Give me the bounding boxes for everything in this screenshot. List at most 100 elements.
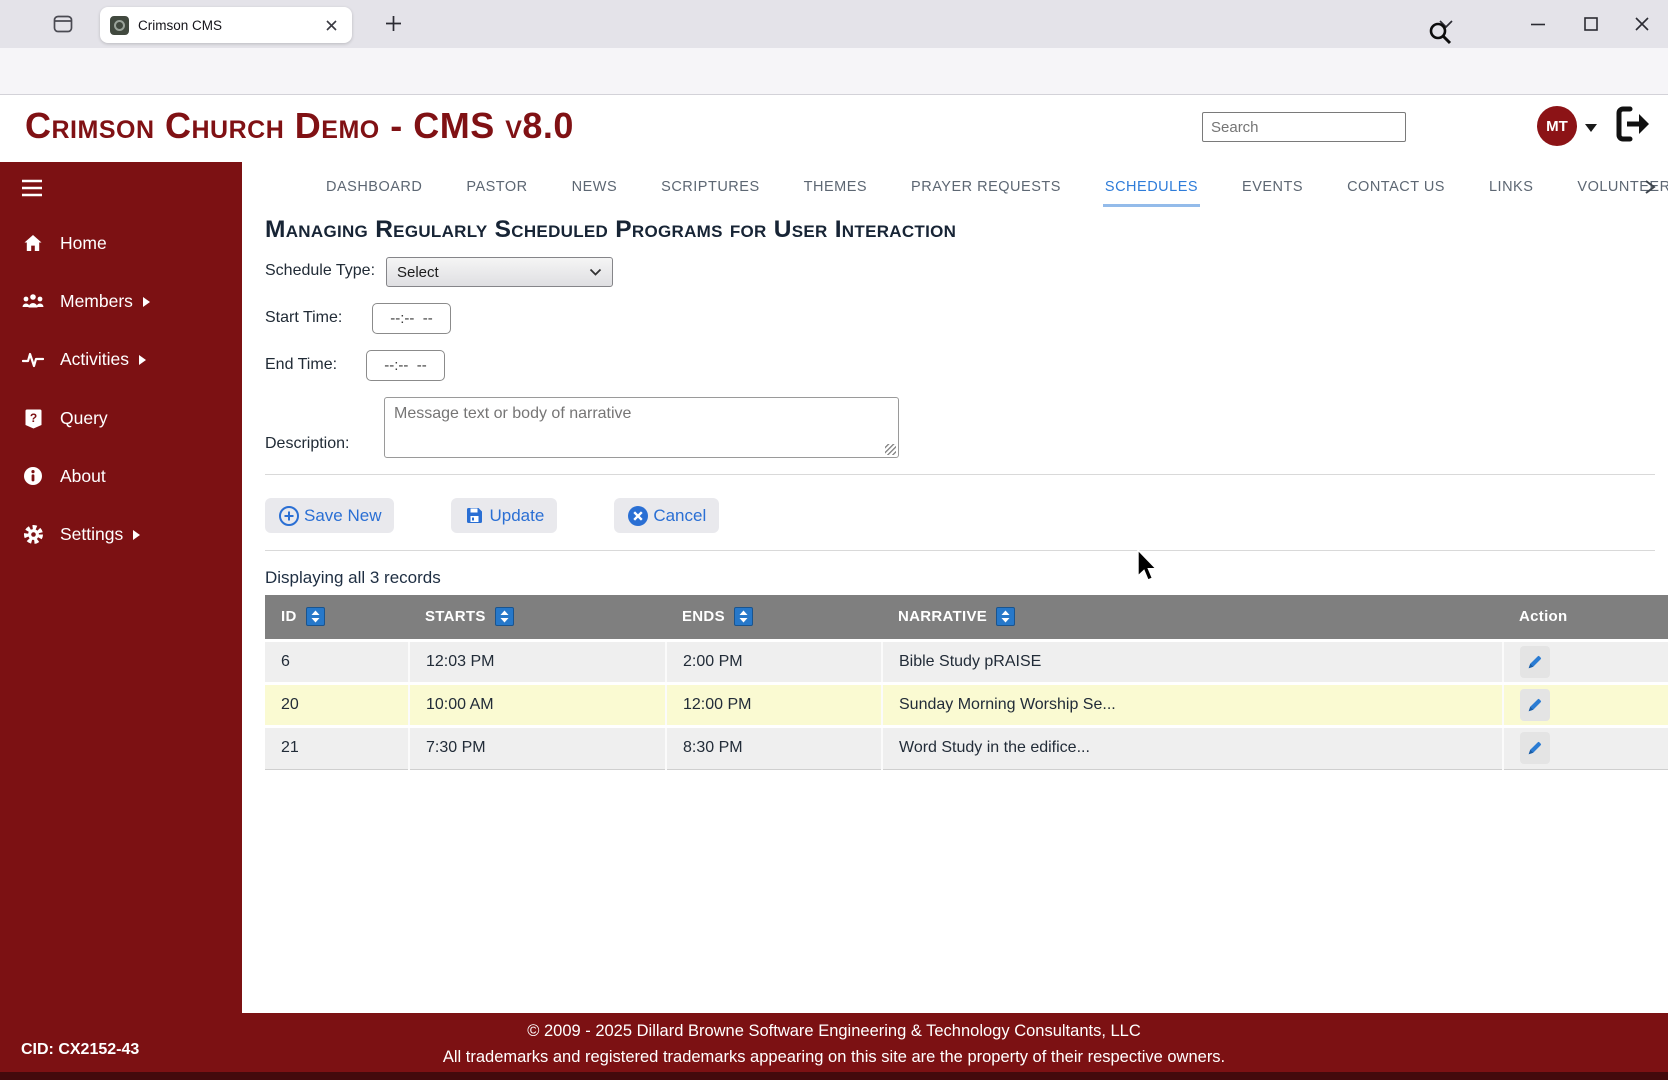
site-title: Crimson Church Demo - CMS v8.0 — [25, 105, 574, 146]
column-header-starts: STARTS — [409, 595, 666, 640]
edit-button[interactable] — [1520, 732, 1550, 764]
column-header-action: Action — [1503, 595, 1668, 640]
nav-overflow-chevron-icon[interactable] — [1642, 178, 1658, 196]
schedules-table: ID STARTS ENDS NARRATIVE Action 6 12:03 … — [265, 595, 1668, 770]
tab-links[interactable]: LINKS — [1487, 164, 1535, 207]
tab-themes[interactable]: THEMES — [802, 164, 869, 207]
browser-toolbar: www.dibroapps.com/crimson/product/outrea… — [0, 48, 1668, 137]
sort-icon[interactable] — [305, 607, 325, 627]
save-disk-icon — [467, 508, 483, 523]
chevron-down-icon — [589, 268, 602, 276]
divider — [265, 474, 1655, 475]
settings-icon — [21, 524, 45, 545]
sort-icon[interactable] — [494, 607, 514, 627]
schedule-type-select[interactable]: Select — [386, 257, 613, 287]
record-count-text: Displaying all 3 records — [265, 568, 441, 587]
edit-button[interactable] — [1520, 645, 1550, 678]
browser-tab-bar: Crimson CMS — [0, 0, 1668, 48]
cell-narrative: Sunday Morning Worship Se... — [882, 683, 1504, 726]
submenu-caret-icon — [142, 297, 150, 307]
tab-schedules[interactable]: SCHEDULES — [1102, 164, 1201, 207]
hamburger-menu-icon[interactable] — [20, 178, 44, 198]
column-header-narrative: NARRATIVE — [882, 595, 1503, 640]
table-row: 6 12:03 PM 2:00 PM Bible Study pRAISE — [265, 640, 1668, 683]
close-window-button[interactable] — [1632, 14, 1652, 34]
browser-tab[interactable]: Crimson CMS — [100, 7, 352, 43]
svg-text:?: ? — [29, 411, 36, 425]
cell-ends: 12:00 PM — [666, 683, 883, 726]
search-icon[interactable] — [1427, 20, 1453, 46]
firefox-view-icon[interactable] — [52, 13, 74, 35]
maximize-button[interactable] — [1581, 14, 1601, 34]
update-button[interactable]: Update — [451, 498, 558, 533]
save-new-button[interactable]: Save New — [265, 498, 395, 533]
copyright-text: © 2009 - 2025 Dillard Browne Software En… — [527, 1022, 1141, 1040]
cancel-button[interactable]: Cancel — [614, 498, 720, 533]
tab-events[interactable]: EVENTS — [1240, 164, 1305, 207]
tab-scriptures[interactable]: SCRIPTURES — [659, 164, 761, 207]
sort-icon[interactable] — [996, 607, 1016, 627]
plus-circle-icon — [279, 505, 299, 526]
column-header-id: ID — [265, 595, 409, 640]
about-icon — [21, 466, 45, 486]
sidebar-item-query[interactable]: ? Query — [0, 403, 242, 433]
sidebar-item-about[interactable]: About — [0, 461, 242, 491]
end-time-input[interactable]: --:-- -- — [366, 350, 445, 381]
tab-close-icon[interactable] — [321, 17, 342, 34]
home-icon — [21, 233, 45, 253]
tab-contact-us[interactable]: CONTACT US — [1345, 164, 1447, 207]
submenu-caret-icon — [139, 355, 147, 365]
description-textarea[interactable]: Message text or body of narrative — [384, 397, 899, 458]
site-header: Crimson Church Demo - CMS v8.0 — [0, 95, 1668, 162]
footer: CID: CX2152-43 © 2009 - 2025 Dillard Bro… — [0, 1013, 1668, 1072]
cell-id: 6 — [265, 640, 410, 683]
pencil-icon — [1528, 698, 1542, 711]
cell-id: 21 — [265, 726, 410, 769]
user-avatar[interactable]: MT — [1537, 106, 1577, 146]
form-buttons: Save New Update Cancel — [265, 498, 720, 533]
end-time-label: End Time: — [265, 356, 338, 373]
cell-id: 20 — [265, 683, 410, 726]
tab-dashboard[interactable]: DASHBOARD — [324, 164, 424, 207]
mouse-cursor — [1134, 548, 1160, 584]
cell-narrative: Word Study in the edifice... — [882, 726, 1504, 769]
edit-button[interactable] — [1520, 688, 1550, 721]
pencil-icon — [1528, 655, 1542, 668]
members-icon — [21, 292, 45, 310]
tab-news[interactable]: NEWS — [570, 164, 620, 207]
tab-pastor[interactable]: PASTOR — [464, 164, 529, 207]
sidebar-item-settings[interactable]: Settings — [0, 519, 242, 549]
page-title: Managing Regularly Scheduled Programs fo… — [265, 216, 957, 243]
sidebar-item-home[interactable]: Home — [0, 228, 242, 258]
new-tab-button[interactable] — [382, 12, 405, 35]
pencil-icon — [1528, 741, 1542, 755]
tab-prayer-requests[interactable]: PRAYER REQUESTS — [909, 164, 1063, 207]
submenu-caret-icon — [133, 530, 141, 540]
search-input[interactable] — [1202, 112, 1406, 142]
query-icon: ? — [21, 408, 45, 429]
cell-starts: 10:00 AM — [409, 683, 667, 726]
sidebar-item-activities[interactable]: Activities — [0, 344, 242, 374]
site-favicon — [110, 15, 129, 35]
resize-handle[interactable] — [885, 444, 896, 455]
cell-starts: 7:30 PM — [409, 726, 667, 769]
description-placeholder: Message text or body of narrative — [394, 405, 632, 422]
start-time-input[interactable]: --:-- -- — [372, 303, 451, 334]
x-circle-icon — [628, 505, 649, 526]
sidebar-item-label: Members — [60, 290, 133, 311]
sidebar-item-label: Query — [60, 407, 108, 428]
cell-action — [1503, 726, 1668, 769]
sidebar-item-label: Home — [60, 232, 107, 253]
minimize-button[interactable] — [1528, 14, 1548, 34]
logout-icon[interactable] — [1608, 102, 1656, 146]
start-time-label: Start Time: — [265, 309, 343, 326]
sort-icon[interactable] — [733, 607, 753, 627]
avatar-dropdown-caret-icon[interactable] — [1585, 124, 1597, 132]
divider — [265, 550, 1655, 551]
main-nav: DASHBOARD PASTOR NEWS SCRIPTURES THEMES … — [324, 162, 1668, 209]
sidebar-item-members[interactable]: Members — [0, 286, 242, 316]
sidebar-item-label: Settings — [60, 523, 124, 544]
description-label: Description: — [265, 435, 350, 452]
table-header-row: ID STARTS ENDS NARRATIVE Action — [265, 595, 1668, 640]
activities-icon — [21, 350, 45, 368]
